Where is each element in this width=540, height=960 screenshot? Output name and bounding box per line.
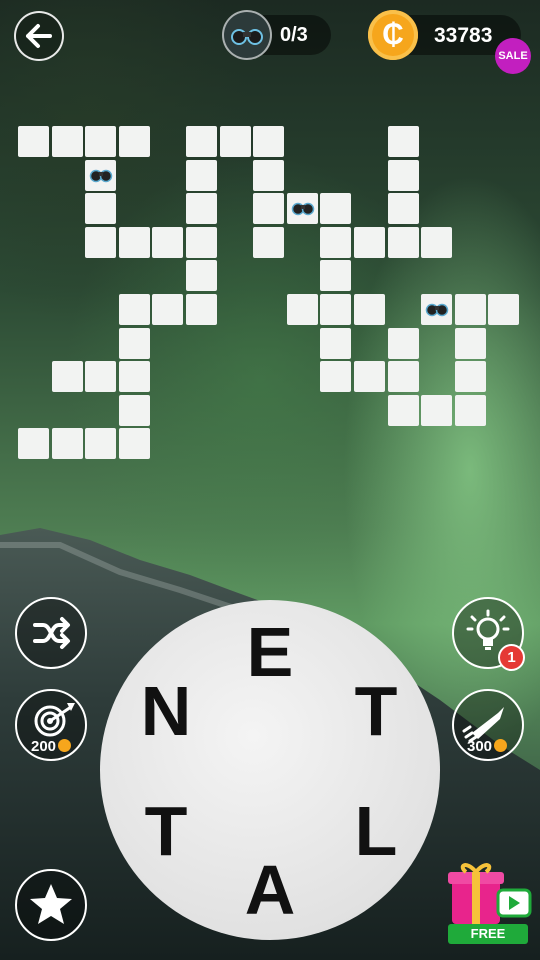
wheel-letter[interactable]: E [247,617,294,687]
letter-wheel[interactable]: E T L A T N [100,600,440,940]
grid-cell [186,294,217,325]
hint-count: 1 [507,649,516,666]
wheel-letter[interactable]: T [145,796,188,866]
grid-cell [253,126,285,157]
grid-cell [219,126,251,157]
grid-cell [51,361,83,393]
grid-cell [320,260,352,292]
target-cost: 200 [31,738,72,755]
wheel-letter[interactable]: N [141,676,192,746]
star-icon [30,884,72,924]
grid-cell-bonus [85,159,117,191]
grid-cell [18,428,49,460]
grid-cell [421,394,453,426]
bonus-badge [222,10,272,60]
rocket-cost-value: 300 [467,738,493,755]
grid-cell [387,159,419,191]
free-banner: FREE [448,924,528,944]
coin-icon: ₵ [368,10,418,60]
grid-cell [354,294,385,325]
grid-cell [488,294,520,325]
grid-cell [118,361,150,393]
grid-cell [454,361,486,393]
grid-cell [286,294,318,325]
grid-cell [85,361,117,393]
gift-video-icon [448,863,532,924]
grid-cell [354,361,385,393]
grid-cell [354,226,385,258]
back-button[interactable] [14,11,64,61]
grid-cell [186,226,217,258]
grid-cell [387,327,419,359]
binoculars-icon [89,169,113,182]
sale-label: SALE [498,50,528,62]
grid-cell [118,294,150,325]
grid-cell [85,428,117,460]
grid-cell [51,126,83,157]
grid-cell [118,394,150,426]
grid-cell [253,226,285,258]
free-label: FREE [470,926,506,941]
binoculars-icon [425,303,449,317]
grid-cell [387,226,419,258]
grid-cell [152,294,184,325]
coin-small-icon [58,739,72,752]
grid-cell [186,159,217,191]
shuffle-button[interactable] [15,597,87,669]
grid-cell [253,159,285,191]
grid-cell-bonus [421,294,453,325]
grid-cell-bonus [286,193,318,225]
grid-cell [421,226,453,258]
grid-cell [51,428,83,460]
grid-cell [118,126,150,157]
grid-cell [454,327,486,359]
grid-cell [320,193,352,225]
grid-cell [320,361,352,393]
grid-cell [118,428,150,460]
binoculars-icon [231,29,263,45]
grid-cell [118,226,150,258]
wheel-letter[interactable]: A [245,855,296,925]
grid-cell [320,294,352,325]
grid-cell [85,126,117,157]
grid-cell [18,126,49,157]
sale-badge[interactable]: SALE [495,38,531,74]
grid-cell [387,394,419,426]
favorites-button[interactable] [15,869,87,941]
arrow-left-icon [26,24,52,48]
grid-cell [454,294,486,325]
grid-cell [186,260,217,292]
grid-cell [454,394,486,426]
grid-cell [85,226,117,258]
wheel-letter[interactable]: L [355,796,398,866]
coin-small-icon [494,739,508,752]
game-screen: 0/3 33783 ₵ SALE 200 1 300 FREE E T L A … [0,0,540,960]
target-cost-value: 200 [31,738,57,755]
binoculars-icon [291,202,315,216]
grid-cell [320,226,352,258]
rocket-cost: 300 [467,738,508,755]
grid-cell [152,226,184,258]
grid-cell [85,193,117,225]
hint-count-badge: 1 [498,644,525,671]
grid-cell [186,126,217,157]
grid-cell [387,193,419,225]
shuffle-icon [33,617,70,649]
grid-cell [118,327,150,359]
coin-amount: 33783 [434,24,493,47]
free-gift-button[interactable]: FREE [444,858,534,946]
grid-cell [253,193,285,225]
grid-cell [186,193,217,225]
grid-cell [387,126,419,157]
grid-cell [387,361,419,393]
bonus-progress: 0/3 [280,24,308,46]
wheel-letter[interactable]: T [355,676,398,746]
grid-cell [320,327,352,359]
